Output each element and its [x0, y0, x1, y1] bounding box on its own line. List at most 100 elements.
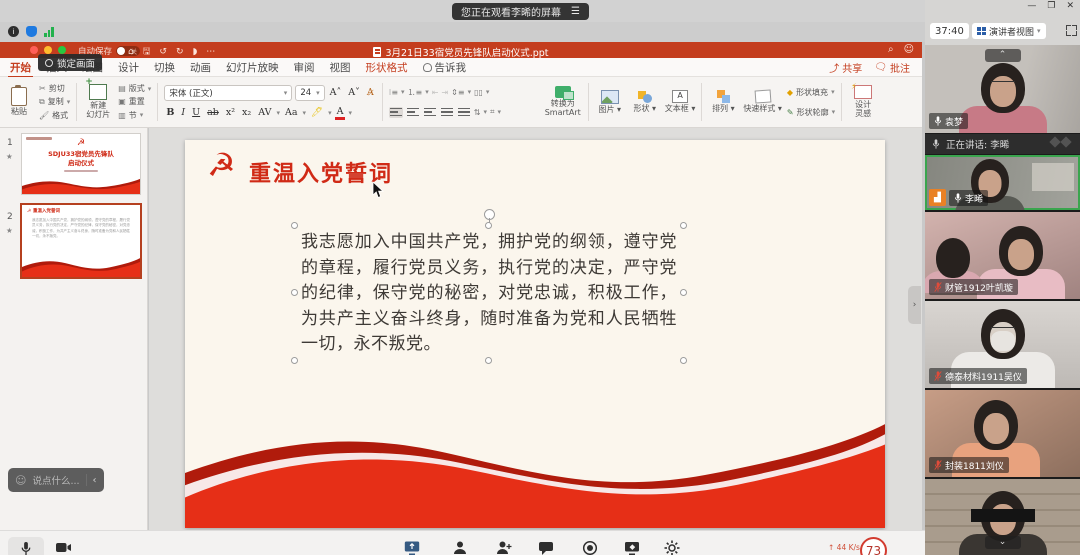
columns-icon[interactable]: ▯▯ [474, 88, 483, 97]
quick-styles-button[interactable]: 快速样式 ▾ [743, 80, 782, 124]
bold-button[interactable]: B [164, 107, 176, 118]
bullets-icon[interactable]: ⁝≡ [389, 88, 398, 97]
design-ideas-button[interactable]: 设计 灵感 [848, 80, 878, 124]
slide[interactable]: ☭ 重温入党誓词 我志愿加入中国共产党，拥护党的纲领，遵守党的章程，履行党员义务… [185, 140, 885, 528]
list-icon[interactable]: ☰ [571, 6, 580, 17]
subscript-button[interactable]: x₂ [240, 107, 253, 118]
highlight-button[interactable]: 🖊 [309, 107, 325, 118]
tab-tell-me[interactable]: 告诉我 [423, 60, 467, 75]
tab-view[interactable]: 视图 [330, 60, 351, 75]
resize-handle[interactable] [485, 222, 492, 229]
strikethrough-button[interactable]: ab [205, 107, 221, 118]
comments-button[interactable]: 🗨 批注 [874, 60, 910, 75]
record-button[interactable] [582, 540, 598, 555]
tab-animations[interactable]: 动画 [190, 60, 211, 75]
rotate-handle[interactable] [484, 209, 495, 220]
collapse-chat-icon[interactable]: ‹ [93, 475, 97, 486]
selected-textbox[interactable]: 我志愿加入中国共产党，拥护党的纲领，遵守党的章程，履行党员义务，执行党的决定，严… [295, 226, 683, 360]
video-tile[interactable]: ⌄ [925, 479, 1080, 555]
shape-fill-button[interactable]: ◆形状填充▾ [787, 87, 835, 98]
font-name-select[interactable]: 宋体 (正文)▾ [164, 85, 292, 101]
info-icon[interactable]: i [8, 26, 19, 37]
share-screen-button[interactable] [404, 540, 420, 555]
resize-handle[interactable] [680, 289, 687, 296]
shrink-font-icon[interactable]: A˅ [346, 87, 362, 98]
emoji-icon[interactable]: ☺ [15, 474, 26, 487]
text-direction-icon[interactable]: ⇅ [474, 108, 481, 117]
align-center-button[interactable] [406, 107, 420, 118]
new-slide-button[interactable]: 新建 幻灯片 [83, 80, 113, 124]
shape-outline-button[interactable]: ✎形状轮廓▾ [787, 107, 835, 118]
clear-format-icon[interactable]: A̷ [365, 87, 376, 98]
cut-button[interactable]: ✂剪切 [39, 83, 70, 94]
tab-slideshow[interactable]: 幻灯片放映 [226, 60, 279, 75]
slide-thumbnail-2[interactable]: ☭ 重温入党誓词 我志愿加入中国共产党，拥护党的纲领，遵守党的章程，履行党员义务… [22, 205, 140, 277]
lock-screen-button[interactable]: 锁定画面 [38, 54, 102, 71]
settings-button[interactable] [664, 540, 680, 555]
video-tile[interactable]: 德泰材料1911吴仪 [925, 301, 1080, 388]
resize-handle[interactable] [485, 357, 492, 364]
tab-shape-format[interactable]: 形状格式 [366, 60, 408, 75]
align-left-button[interactable] [389, 107, 403, 118]
outdent-icon[interactable]: ⇤ [432, 88, 439, 97]
chat-button[interactable] [538, 540, 554, 555]
superscript-button[interactable]: x² [224, 107, 237, 118]
align-text-icon[interactable]: ⌗ [490, 107, 495, 117]
line-spacing-icon[interactable]: ⇕≡ [451, 88, 464, 97]
tab-home[interactable]: 开始 [10, 60, 31, 75]
video-tile-speaking[interactable]: ▟ 李晞 [925, 155, 1080, 210]
fullscreen-icon[interactable] [1066, 25, 1077, 36]
resize-handle[interactable] [291, 222, 298, 229]
shield-icon[interactable] [26, 26, 37, 37]
resize-handle[interactable] [291, 289, 298, 296]
font-color-button[interactable]: A [335, 106, 346, 120]
underline-button[interactable]: U [190, 107, 202, 118]
tab-transitions[interactable]: 切换 [154, 60, 175, 75]
minimize-icon[interactable]: — [1027, 1, 1036, 11]
layout-button[interactable]: ▤版式▾ [118, 83, 151, 94]
format-painter-button[interactable]: 🖌格式 [39, 110, 70, 121]
video-tile[interactable]: ⌃ 袁梦 [925, 45, 1080, 133]
indent-icon[interactable]: ⇥ [441, 88, 448, 97]
participants-button[interactable] [452, 540, 468, 555]
tab-review[interactable]: 审阅 [294, 60, 315, 75]
text-effects-button[interactable]: AV [256, 107, 273, 118]
reset-button[interactable]: ▣重置 [118, 96, 151, 107]
change-case-button[interactable]: Aa [283, 107, 300, 118]
distribute-button[interactable] [457, 107, 471, 118]
video-tile[interactable]: 财管1912叶凯璇 [925, 212, 1080, 299]
speaker-view-button[interactable]: 演讲者视图 ▾ [972, 23, 1046, 39]
paste-button[interactable]: 粘贴 [4, 80, 34, 124]
apps-button[interactable] [624, 540, 640, 555]
arrange-button[interactable]: 排列 ▾ [708, 80, 738, 124]
justify-button[interactable] [440, 107, 454, 118]
microphone-button[interactable] [8, 537, 44, 555]
numbering-icon[interactable]: ⒈≡ [408, 87, 423, 98]
account-icon[interactable]: ☺ [904, 44, 914, 55]
resize-handle[interactable] [680, 222, 687, 229]
video-tile[interactable]: 封装1811刘仪 [925, 390, 1080, 477]
convert-smartart-button[interactable]: 转换为 SmartArt [544, 80, 582, 124]
picture-button[interactable]: 图片 ▾ [595, 80, 625, 124]
signal-bars-icon[interactable] [44, 27, 54, 37]
maximize-icon[interactable]: ❐ [1047, 1, 1055, 11]
search-icon[interactable]: ⌕ [888, 44, 894, 55]
align-right-button[interactable] [423, 107, 437, 118]
close-icon[interactable]: ✕ [1066, 1, 1074, 11]
font-size-select[interactable]: 24▾ [295, 85, 324, 101]
chat-quick-input[interactable]: ☺ 说点什么... ‹ [8, 468, 104, 492]
copy-button[interactable]: ⧉复制▾ [39, 96, 70, 107]
invite-member-button[interactable] [496, 540, 512, 555]
sidebar-collapse-handle[interactable]: › [908, 286, 921, 324]
section-button[interactable]: ▥节▾ [118, 110, 151, 121]
textbox-button[interactable]: A 文本框 ▾ [665, 80, 696, 124]
camera-button[interactable] [56, 540, 72, 555]
share-button[interactable]: ⤴ 共享 [829, 60, 862, 75]
italic-button[interactable]: I [179, 107, 187, 118]
slide-thumbnail-1[interactable]: ☭ SDJU33宿党员先锋队 启动仪式 [22, 134, 140, 194]
resize-handle[interactable] [291, 357, 298, 364]
resize-handle[interactable] [680, 357, 687, 364]
grow-font-icon[interactable]: A˄ [328, 87, 344, 98]
expand-tiles-button[interactable]: ⌄ [985, 536, 1021, 549]
tab-design[interactable]: 设计 [118, 60, 139, 75]
